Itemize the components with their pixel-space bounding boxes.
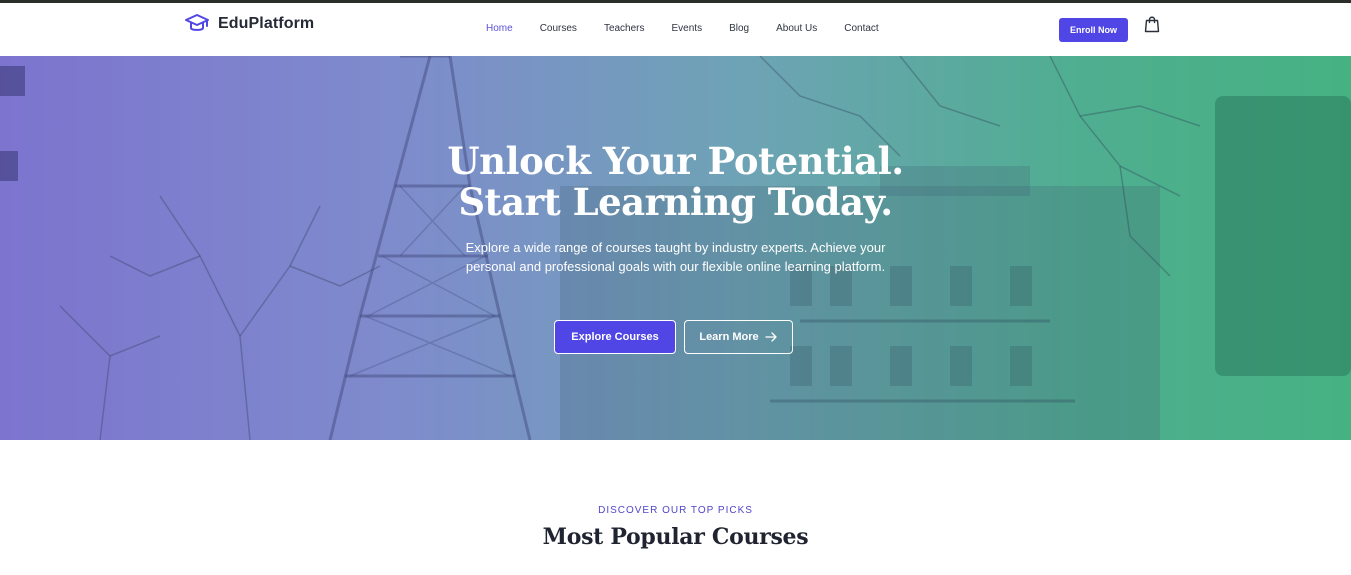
nav-teachers[interactable]: Teachers: [604, 23, 645, 34]
hero-title-line-2: Start Learning Today.: [458, 180, 893, 224]
learn-more-label: Learn More: [699, 331, 759, 343]
hero-content: Unlock Your Potential. Start Learning To…: [0, 56, 1351, 440]
section-eyebrow: DISCOVER OUR TOP PICKS: [598, 505, 753, 516]
hero-title-line-1: Unlock Your Potential.: [447, 139, 904, 183]
section-title: Most Popular Courses: [542, 524, 809, 550]
nav-courses[interactable]: Courses: [540, 23, 577, 34]
brand-name: EduPlatform: [218, 15, 315, 32]
hero-description: Explore a wide range of courses taught b…: [465, 240, 886, 274]
brand-logo[interactable]: EduPlatform: [184, 12, 314, 36]
nav-blog[interactable]: Blog: [729, 23, 749, 34]
site-header: EduPlatform Home Courses Teachers Events…: [0, 3, 1351, 56]
graduation-cap-icon: [185, 14, 209, 31]
nav-events[interactable]: Events: [672, 23, 703, 34]
explore-courses-button[interactable]: Explore Courses: [554, 320, 676, 354]
shopping-bag-icon[interactable]: [1144, 15, 1160, 33]
hero-banner: Unlock Your Potential. Start Learning To…: [0, 56, 1351, 440]
nav-home[interactable]: Home: [486, 23, 513, 34]
hero-title: Unlock Your Potential. Start Learning To…: [0, 141, 1351, 223]
nav-contact[interactable]: Contact: [844, 23, 878, 34]
learn-more-button[interactable]: Learn More: [684, 320, 793, 354]
enroll-now-button[interactable]: Enroll Now: [1059, 18, 1128, 42]
nav-about-us[interactable]: About Us: [776, 23, 817, 34]
main-nav: Home Courses Teachers Events Blog About …: [486, 23, 906, 34]
arrow-right-icon: [764, 332, 777, 342]
